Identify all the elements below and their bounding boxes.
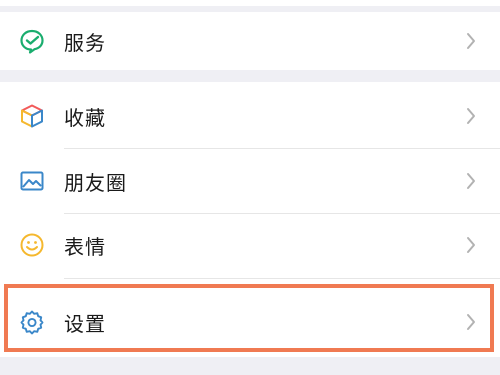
- services-group: 服务: [0, 12, 500, 70]
- chevron-right-icon: [464, 310, 478, 334]
- menu-item-moments[interactable]: 朋友圈: [0, 149, 500, 213]
- menu-item-services[interactable]: 服务: [0, 9, 500, 73]
- favorites-cube-icon: [18, 102, 46, 130]
- menu-item-favorites[interactable]: 收藏: [0, 84, 500, 148]
- menu-item-settings[interactable]: 设置: [0, 290, 500, 354]
- sticker-smile-icon: [18, 231, 46, 259]
- menu-item-label: 收藏: [64, 105, 106, 130]
- menu-item-label: 服务: [64, 30, 106, 55]
- menu-item-label: 朋友圈: [64, 170, 127, 195]
- moments-image-icon: [18, 167, 46, 195]
- chevron-right-icon: [464, 169, 478, 193]
- chevron-right-icon: [464, 29, 478, 53]
- menu-item-label: 表情: [64, 234, 106, 259]
- chevron-right-icon: [464, 233, 478, 257]
- divider: [64, 278, 500, 279]
- menu-item-label: 设置: [64, 311, 106, 336]
- settings-gear-icon: [18, 308, 46, 336]
- menu-item-stickers[interactable]: 表情: [0, 213, 500, 277]
- top-group-edge: [0, 0, 500, 6]
- chevron-right-icon: [464, 104, 478, 128]
- wechat-pay-icon: [18, 27, 46, 55]
- main-group: 收藏 朋友圈 表情 设置: [0, 82, 500, 357]
